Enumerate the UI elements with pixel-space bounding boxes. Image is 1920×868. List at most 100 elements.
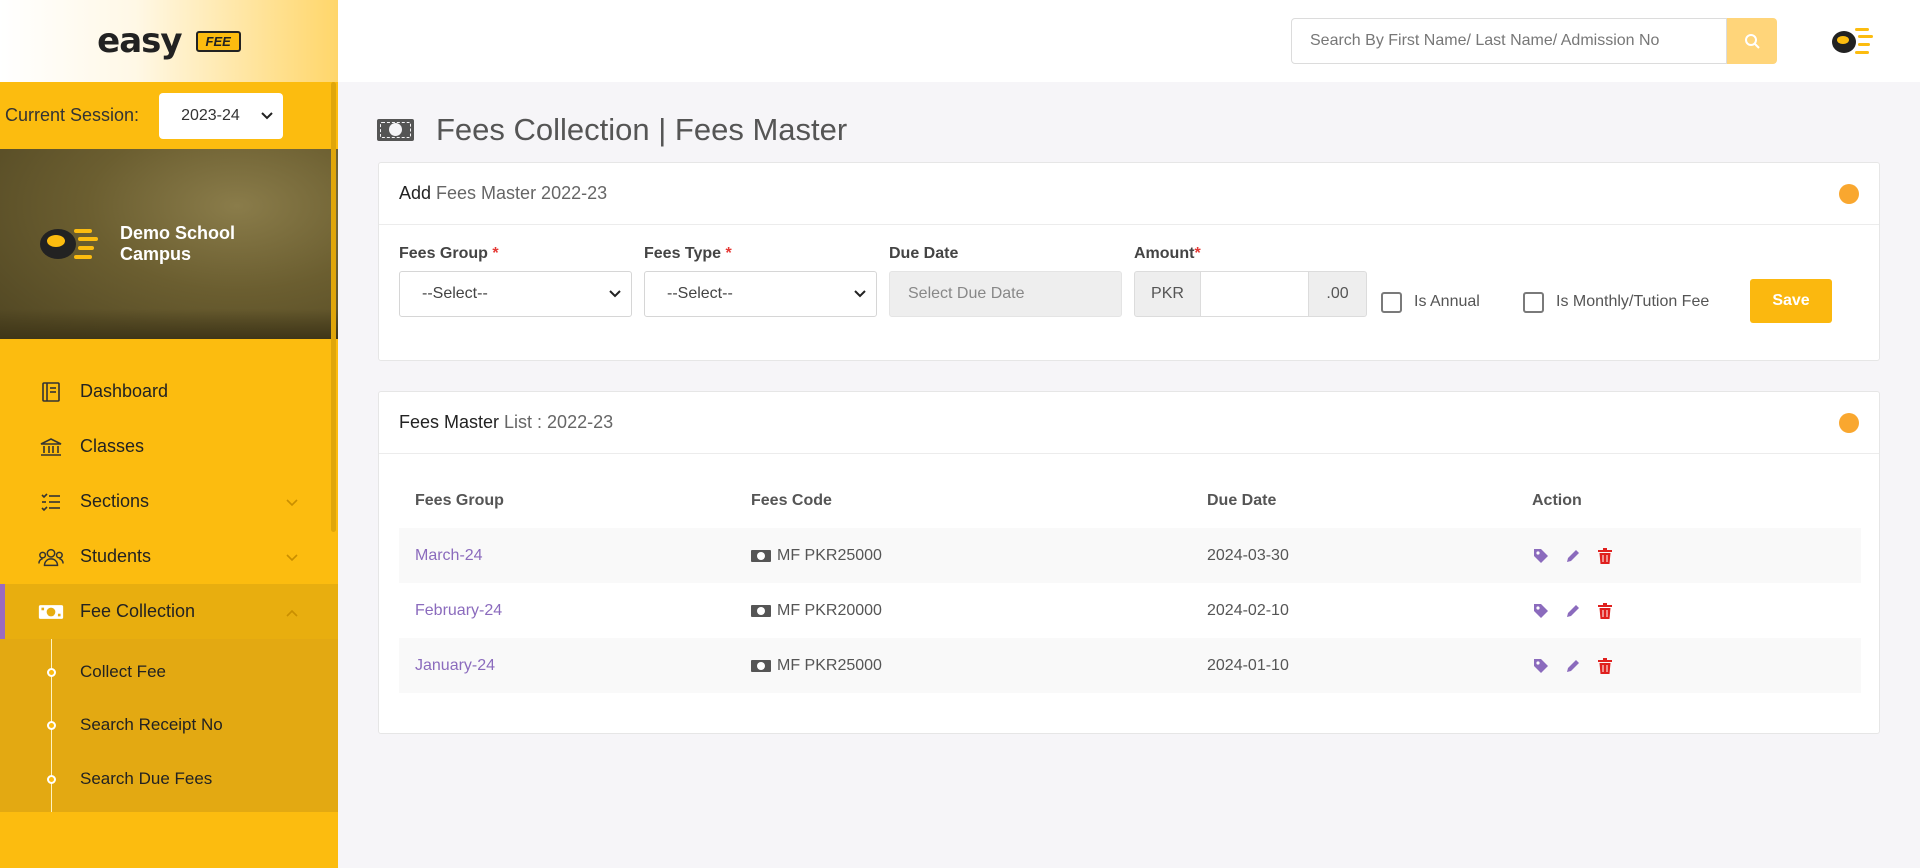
fees-group-field: Fees Group * --Select-- bbox=[399, 245, 632, 317]
cash-icon bbox=[38, 599, 64, 625]
fees-group-link[interactable]: March-24 bbox=[415, 547, 483, 564]
submenu-item-search-due-fees[interactable]: Search Due Fees bbox=[0, 752, 338, 806]
session-select[interactable]: 2023-24 bbox=[159, 92, 284, 139]
users-icon bbox=[38, 544, 64, 570]
fees-group-select[interactable]: --Select-- bbox=[399, 271, 632, 317]
delete-icon[interactable] bbox=[1596, 602, 1614, 620]
amount-suffix: .00 bbox=[1308, 271, 1367, 317]
edit-icon[interactable] bbox=[1564, 602, 1582, 620]
cash-icon bbox=[751, 549, 771, 562]
sidebar-scrollbar[interactable] bbox=[331, 82, 336, 532]
submenu-item-label: Search Due Fees bbox=[80, 768, 213, 788]
sidebar-item-label: Fee Collection bbox=[80, 601, 196, 621]
card-title-light: Fees Master 2022-23 bbox=[436, 183, 608, 203]
sidebar-item-label: Sections bbox=[80, 491, 150, 511]
due-date-field: Due Date Select Due Date bbox=[889, 245, 1122, 317]
sidebar-item-label: Classes bbox=[80, 436, 145, 456]
row-actions bbox=[1532, 657, 1861, 675]
campus-logo-icon bbox=[40, 229, 98, 259]
is-annual-label: Is Annual bbox=[1414, 293, 1480, 310]
fees-group-link[interactable]: February-24 bbox=[415, 602, 502, 619]
amount-input-group: PKR .00 bbox=[1134, 271, 1367, 317]
is-annual-checkbox[interactable]: Is Annual bbox=[1381, 279, 1480, 325]
tag-icon[interactable] bbox=[1532, 602, 1550, 620]
row-actions bbox=[1532, 547, 1861, 565]
avatar[interactable] bbox=[1830, 22, 1874, 60]
sidebar-menu: Dashboard Classes Sections Students Fee … bbox=[0, 339, 338, 812]
row-actions bbox=[1532, 602, 1861, 620]
is-monthly-checkbox[interactable]: Is Monthly/Tution Fee bbox=[1523, 279, 1709, 325]
is-monthly-label: Is Monthly/Tution Fee bbox=[1556, 293, 1710, 310]
submenu-item-collect-fee[interactable]: Collect Fee bbox=[0, 645, 338, 699]
fees-code: MF PKR25000 bbox=[777, 656, 882, 674]
fees-code: MF PKR20000 bbox=[777, 601, 882, 619]
table-row: January-24 MF PKR25000 2024-01-10 bbox=[399, 638, 1861, 693]
sidebar-item-sections[interactable]: Sections bbox=[0, 474, 338, 529]
session-selector: Current Session: 2023-24 bbox=[0, 82, 338, 149]
tag-icon[interactable] bbox=[1532, 547, 1550, 565]
fees-type-field: Fees Type * --Select-- bbox=[644, 245, 877, 317]
sidebar-item-label: Students bbox=[80, 546, 152, 566]
bullet-icon bbox=[47, 774, 56, 784]
search-button[interactable] bbox=[1727, 18, 1777, 64]
bank-icon bbox=[38, 434, 64, 460]
fees-type-select[interactable]: --Select-- bbox=[644, 271, 877, 317]
delete-icon[interactable] bbox=[1596, 547, 1614, 565]
fee-collection-submenu: Collect Fee Search Receipt No Search Due… bbox=[0, 639, 338, 812]
fees-type-label: Fees Type * bbox=[644, 245, 732, 262]
sidebar: easy FEE Current Session: 2023-24 Demo S… bbox=[0, 0, 338, 868]
card-header: Fees Master List : 2022-23 bbox=[379, 392, 1879, 454]
search-input[interactable] bbox=[1291, 18, 1727, 64]
edit-icon[interactable] bbox=[1564, 657, 1582, 675]
checkbox[interactable] bbox=[1381, 291, 1402, 313]
due-date: 2024-03-30 bbox=[1207, 546, 1289, 564]
column-header: Fees Group bbox=[415, 492, 504, 509]
sidebar-item-students[interactable]: Students bbox=[0, 529, 338, 584]
save-button[interactable]: Save bbox=[1750, 279, 1832, 323]
sidebar-item-label: Dashboard bbox=[80, 381, 169, 401]
sidebar-item-dashboard[interactable]: Dashboard bbox=[0, 364, 338, 419]
card-title-bold: Add bbox=[399, 183, 432, 203]
column-header: Action bbox=[1532, 492, 1582, 509]
fees-type-value: --Select-- bbox=[667, 285, 733, 302]
edit-icon[interactable] bbox=[1564, 547, 1582, 565]
due-date-input[interactable]: Select Due Date bbox=[889, 271, 1122, 317]
search-icon bbox=[1745, 34, 1760, 49]
submenu-item-label: Collect Fee bbox=[80, 661, 166, 681]
amount-input[interactable] bbox=[1201, 271, 1308, 317]
chevron-down-icon bbox=[286, 494, 298, 510]
campus-banner: Demo School Campus bbox=[0, 149, 338, 339]
delete-icon[interactable] bbox=[1596, 657, 1614, 675]
fees-code: MF PKR25000 bbox=[777, 546, 882, 564]
amount-label: Amount* bbox=[1134, 245, 1201, 262]
card-title-bold: Fees Master bbox=[399, 412, 500, 432]
brand-logo[interactable]: easy FEE bbox=[0, 0, 338, 82]
sidebar-item-fee-collection[interactable]: Fee Collection bbox=[0, 584, 338, 639]
fees-master-list-card: Fees Master List : 2022-23 Fees Group Fe… bbox=[378, 391, 1880, 734]
add-fees-master-card: Add Fees Master 2022-23 Fees Group * --S… bbox=[378, 162, 1880, 361]
fees-group-value: --Select-- bbox=[422, 285, 488, 302]
card-header: Add Fees Master 2022-23 bbox=[379, 163, 1879, 225]
cash-icon bbox=[751, 604, 771, 617]
fees-master-table: Fees Group Fees Code Due Date Action Mar… bbox=[399, 474, 1861, 693]
session-label: Current Session: bbox=[5, 105, 140, 125]
dashboard-icon bbox=[38, 379, 64, 405]
chevron-down-icon bbox=[609, 290, 621, 298]
chevron-down-icon bbox=[261, 111, 273, 119]
page-header: Fees Collection | Fees Master bbox=[377, 112, 847, 148]
column-header: Due Date bbox=[1207, 492, 1277, 509]
page-title: Fees Collection | Fees Master bbox=[436, 112, 848, 147]
submenu-item-search-receipt[interactable]: Search Receipt No bbox=[0, 699, 338, 753]
collapse-toggle[interactable] bbox=[1839, 412, 1859, 433]
tag-icon[interactable] bbox=[1532, 657, 1550, 675]
session-value: 2023-24 bbox=[181, 106, 240, 124]
chevron-down-icon bbox=[854, 290, 866, 298]
sidebar-item-classes[interactable]: Classes bbox=[0, 419, 338, 474]
chevron-down-icon bbox=[286, 549, 298, 565]
fees-group-label: Fees Group * bbox=[399, 245, 499, 262]
checkbox[interactable] bbox=[1523, 291, 1544, 313]
amount-field: Amount* PKR .00 bbox=[1134, 245, 1367, 317]
top-bar bbox=[338, 0, 1920, 82]
fees-group-link[interactable]: January-24 bbox=[415, 657, 495, 674]
collapse-toggle[interactable] bbox=[1839, 183, 1859, 204]
